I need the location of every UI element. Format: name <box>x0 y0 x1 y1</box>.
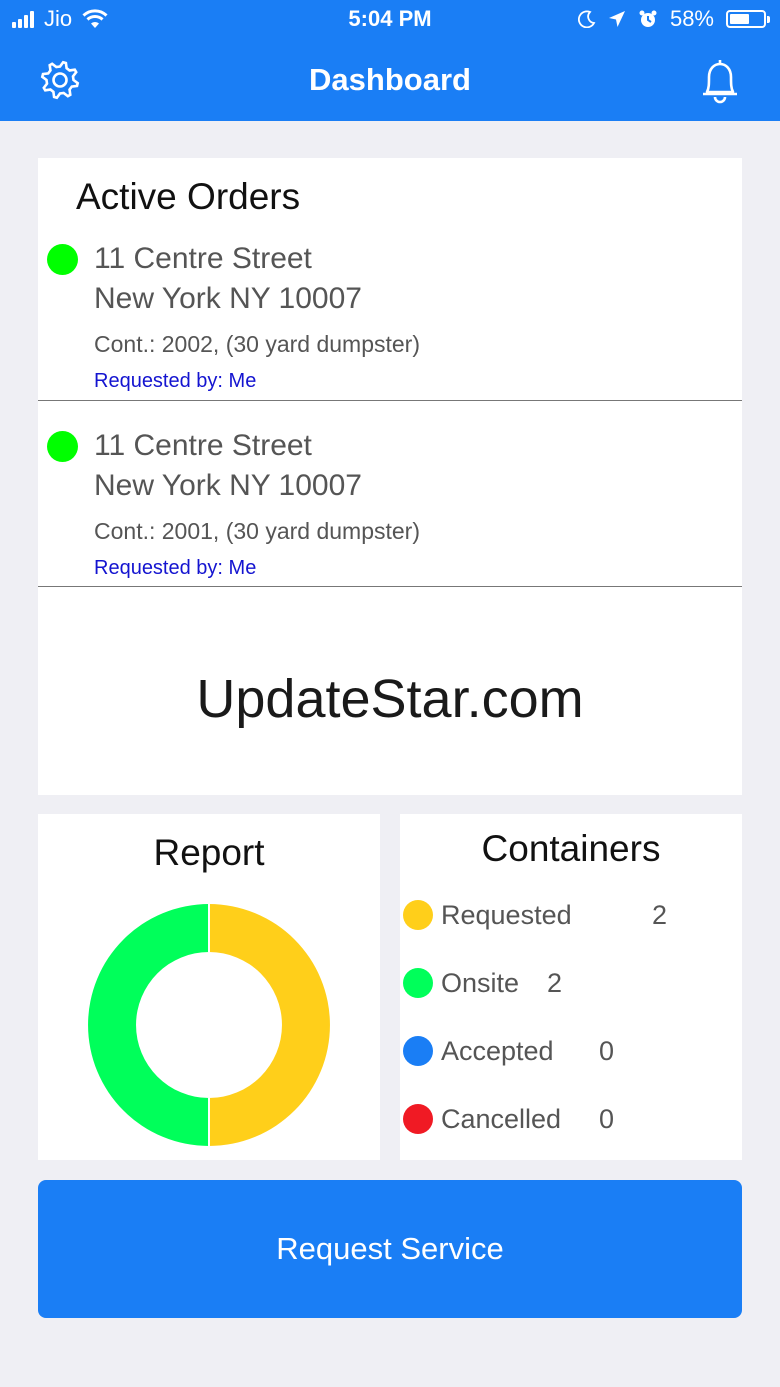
order-requested-by: Requested by: Me <box>94 557 257 579</box>
donut-slice-onsite <box>88 904 209 1146</box>
legend-count: 2 <box>652 900 668 930</box>
legend-label: Requested <box>441 900 572 930</box>
active-orders-card: Active Orders 11 Centre Street New York … <box>38 158 742 795</box>
active-orders-title: Active Orders <box>76 176 301 217</box>
order-address-line1: 11 Centre Street <box>94 242 312 275</box>
legend-dot <box>403 900 433 930</box>
page-title: Dashboard <box>309 62 471 97</box>
battery-icon <box>726 10 770 28</box>
bell-icon[interactable] <box>698 56 742 104</box>
legend-label: Accepted <box>441 1036 554 1066</box>
legend-label: Cancelled <box>441 1104 562 1134</box>
legend-dot <box>403 1036 433 1066</box>
order-item[interactable]: 11 Centre Street New York NY 10007 Cont.… <box>38 214 742 401</box>
legend-item-onsite: Onsite 2 <box>403 966 733 1000</box>
legend-count: 2 <box>547 968 563 998</box>
order-requested-by: Requested by: Me <box>94 370 257 392</box>
order-container: Cont.: 2001, (30 yard dumpster) <box>94 518 420 544</box>
legend-label: Onsite <box>441 968 520 998</box>
nav-bar: Dashboard <box>0 40 780 121</box>
donut-slice-requested <box>209 904 330 1146</box>
status-bar: Jio 5:04 PM 58% <box>0 0 780 40</box>
report-card: Report <box>38 814 380 1160</box>
order-address-line2: New York NY 10007 <box>94 282 362 315</box>
order-container: Cont.: 2002, (30 yard dumpster) <box>94 331 420 357</box>
report-donut-chart <box>88 904 330 1146</box>
moon-icon <box>577 10 596 28</box>
order-status-dot <box>47 431 78 462</box>
legend-dot <box>403 1104 433 1134</box>
legend-count: 0 <box>599 1104 615 1134</box>
battery-percent: 58% <box>669 6 714 31</box>
order-address-line2: New York NY 10007 <box>94 469 362 502</box>
order-address-line1: 11 Centre Street <box>94 429 312 462</box>
report-title: Report <box>153 832 265 873</box>
watermark-text: UpdateStar.com <box>196 669 584 729</box>
legend-dot <box>403 968 433 998</box>
request-service-button[interactable]: Request Service <box>38 1180 742 1318</box>
legend-item-requested: Requested 2 <box>403 898 733 932</box>
containers-title: Containers <box>481 828 661 869</box>
order-status-dot <box>47 244 78 275</box>
alarm-icon <box>639 10 657 27</box>
containers-card: Containers Requested 2 Onsite 2 Accepted… <box>400 814 742 1160</box>
status-bar-right: 58% <box>577 6 770 32</box>
location-arrow-icon <box>608 11 625 27</box>
legend-count: 0 <box>599 1036 615 1066</box>
legend-item-cancelled: Cancelled 0 <box>403 1102 733 1136</box>
legend-item-accepted: Accepted 0 <box>403 1034 733 1068</box>
order-item[interactable]: 11 Centre Street New York NY 10007 Cont.… <box>38 401 742 587</box>
